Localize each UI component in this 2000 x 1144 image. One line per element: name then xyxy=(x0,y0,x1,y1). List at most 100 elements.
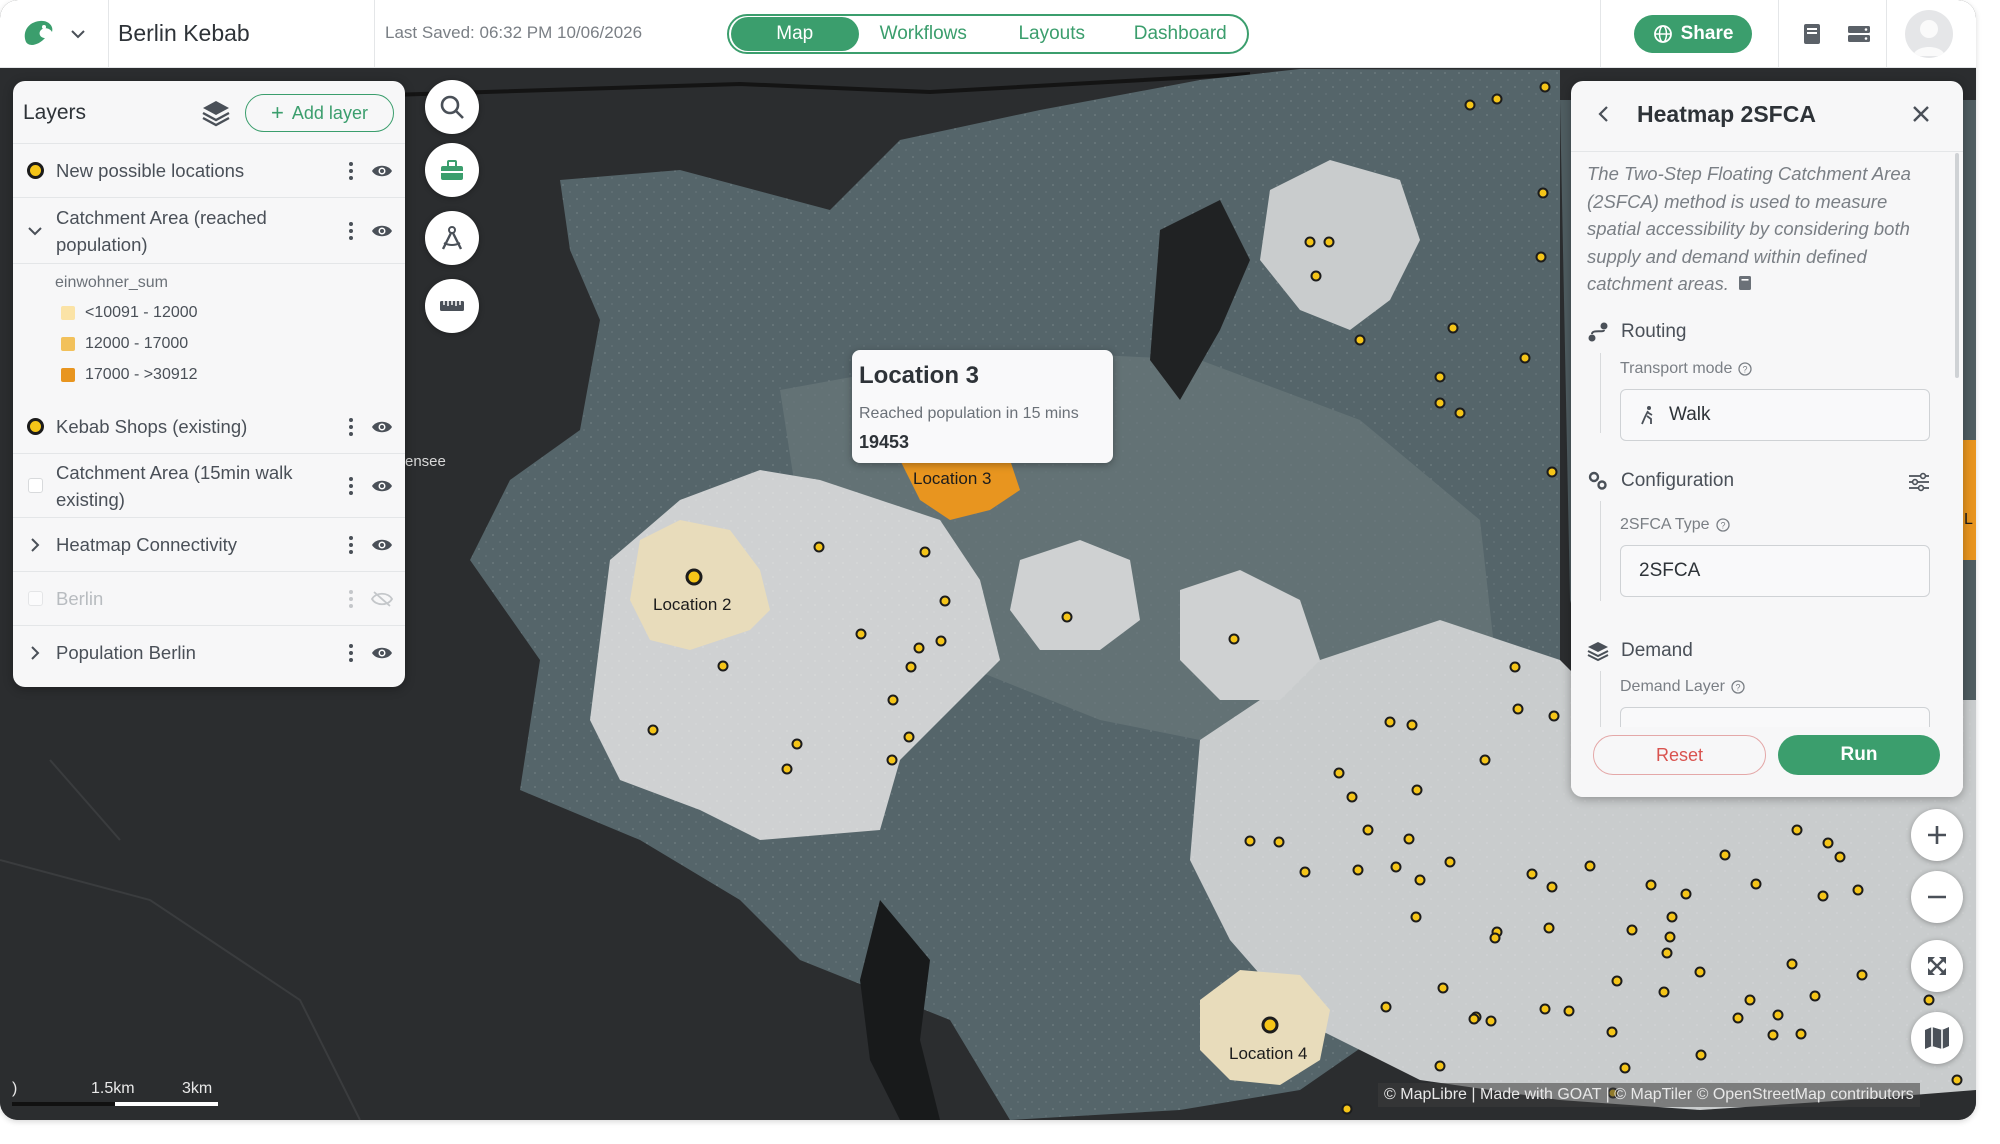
more-options-icon[interactable] xyxy=(348,161,354,181)
globe-icon xyxy=(1653,25,1672,43)
share-button[interactable]: Share xyxy=(1634,15,1752,53)
polygon-layer-icon xyxy=(28,478,43,493)
scale-bar-segment xyxy=(115,1102,218,1106)
map-edge-label-right: L xyxy=(1964,511,1973,528)
more-options-icon[interactable] xyxy=(348,221,354,241)
layer-row-new-possible-locations[interactable]: New possible locations xyxy=(13,143,405,197)
server-icon[interactable] xyxy=(1845,20,1873,48)
settings-sliders-icon[interactable] xyxy=(1908,472,1930,492)
help-icon[interactable]: ? xyxy=(1731,680,1745,694)
view-tabs: Map Workflows Layouts Dashboard xyxy=(727,14,1249,54)
chevron-right-icon[interactable] xyxy=(26,644,44,662)
search-icon xyxy=(440,95,464,119)
layer-row-kebab-shops[interactable]: Kebab Shops (existing) xyxy=(13,401,405,453)
more-options-icon[interactable] xyxy=(348,535,354,555)
legend-item: 17000 - >30912 xyxy=(61,366,198,384)
fullscreen-icon xyxy=(1928,957,1946,975)
legend-swatch xyxy=(61,368,75,382)
visibility-icon[interactable] xyxy=(371,537,393,553)
legend-item-label: 12000 - 17000 xyxy=(85,335,189,352)
legend-field-label: einwohner_sum xyxy=(55,274,168,291)
visibility-off-icon[interactable] xyxy=(371,591,393,607)
project-title[interactable]: Berlin Kebab xyxy=(118,20,250,47)
visibility-icon[interactable] xyxy=(371,163,393,179)
layers-stack-icon[interactable] xyxy=(201,98,231,128)
fullscreen-button[interactable] xyxy=(1911,940,1963,992)
layer-row-catchment-area-existing[interactable]: Catchment Area (15min walk existing) xyxy=(13,453,405,517)
layer-row-population-berlin[interactable]: Population Berlin xyxy=(13,625,405,679)
layer-name: Kebab Shops (existing) xyxy=(56,416,248,437)
sfca-type-select[interactable]: 2SFCA xyxy=(1620,545,1930,597)
tab-dashboard[interactable]: Dashboard xyxy=(1116,17,1246,51)
scrollbar[interactable] xyxy=(1955,153,1959,378)
tab-layouts[interactable]: Layouts xyxy=(988,17,1116,51)
avatar[interactable] xyxy=(1905,10,1953,58)
plus-icon: + xyxy=(271,100,284,125)
chevron-right-icon[interactable] xyxy=(26,536,44,554)
add-layer-label: Add layer xyxy=(291,102,368,123)
feature-popup: Location 3 Reached population in 15 mins… xyxy=(852,350,1113,463)
draw-button[interactable] xyxy=(425,211,479,265)
help-icon[interactable]: ? xyxy=(1715,518,1730,532)
map-label-location-2: Location 2 xyxy=(653,595,732,614)
layer-name: Population Berlin xyxy=(56,642,196,663)
toolbox-button[interactable] xyxy=(425,143,479,197)
help-icon[interactable]: ? xyxy=(1738,362,1752,376)
map-label-location-4: Location 4 xyxy=(1229,1044,1308,1063)
chevron-down-icon[interactable] xyxy=(68,24,88,44)
layers-panel: Layers + Add layer New possible location… xyxy=(13,81,405,687)
scale-label: 1.5km xyxy=(91,1080,135,1097)
configuration-section-title: Configuration xyxy=(1621,470,1735,491)
legend-swatch xyxy=(61,337,75,351)
demand-section: Demand xyxy=(1587,640,1693,662)
configuration-section: Configuration xyxy=(1587,470,1734,492)
scale-label: ) xyxy=(12,1080,18,1097)
zoom-out-button[interactable] xyxy=(1911,871,1963,923)
visibility-icon[interactable] xyxy=(371,478,393,494)
more-options-icon[interactable] xyxy=(348,643,354,663)
more-options-icon[interactable] xyxy=(348,589,354,609)
legend-item: 12000 - 17000 xyxy=(61,335,188,353)
layer-row-heatmap-connectivity[interactable]: Heatmap Connectivity xyxy=(13,517,405,571)
book-icon[interactable] xyxy=(1738,275,1752,291)
search-button[interactable] xyxy=(425,80,479,134)
svg-text:?: ? xyxy=(1735,683,1740,693)
tab-map[interactable]: Map xyxy=(731,17,859,51)
visibility-icon[interactable] xyxy=(371,419,393,435)
map-attribution[interactable]: © MapLibre | Made with GOAT | © MapTiler… xyxy=(1378,1083,1920,1107)
tab-workflows[interactable]: Workflows xyxy=(859,17,989,51)
zoom-in-button[interactable] xyxy=(1911,809,1963,861)
ruler-icon xyxy=(440,301,464,311)
basemap-button[interactable] xyxy=(1911,1012,1963,1064)
section-connector xyxy=(1600,353,1601,433)
back-arrow-icon[interactable] xyxy=(1593,103,1615,125)
transport-mode-label: Transport mode ? xyxy=(1620,360,1752,378)
transport-mode-select[interactable]: Walk xyxy=(1620,389,1930,441)
tool-panel: Heatmap 2SFCA The Two-Step Floating Catc… xyxy=(1571,81,1963,797)
layer-row-catchment-area-reached[interactable]: Catchment Area (reached population) xyxy=(13,197,405,263)
run-button[interactable]: Run xyxy=(1778,735,1940,775)
chevron-down-icon[interactable] xyxy=(26,222,44,240)
measure-button[interactable] xyxy=(425,279,479,333)
popup-value: 19453 xyxy=(859,432,910,452)
layer-name: Catchment Area (15min walk existing) xyxy=(56,462,293,510)
layer-legend: einwohner_sum <10091 - 12000 12000 - 170… xyxy=(13,263,405,393)
routing-section: Routing xyxy=(1587,321,1687,343)
add-layer-button[interactable]: + Add layer xyxy=(245,94,394,132)
legend-swatch xyxy=(61,306,75,320)
plus-icon xyxy=(1928,826,1946,844)
routing-section-title: Routing xyxy=(1621,321,1687,342)
visibility-icon[interactable] xyxy=(371,645,393,661)
more-options-icon[interactable] xyxy=(348,417,354,437)
walk-icon xyxy=(1641,406,1653,425)
book-icon[interactable] xyxy=(1798,20,1826,48)
reset-button[interactable]: Reset xyxy=(1593,735,1766,775)
map-scale: ) 1.5km 3km xyxy=(12,1080,222,1110)
visibility-icon[interactable] xyxy=(371,223,393,239)
close-icon[interactable] xyxy=(1910,103,1932,125)
svg-text:?: ? xyxy=(1743,365,1748,375)
layer-row-berlin[interactable]: Berlin xyxy=(13,571,405,625)
demand-layer-label: Demand Layer ? xyxy=(1620,678,1745,696)
goat-logo-icon[interactable] xyxy=(18,14,58,54)
more-options-icon[interactable] xyxy=(348,476,354,496)
